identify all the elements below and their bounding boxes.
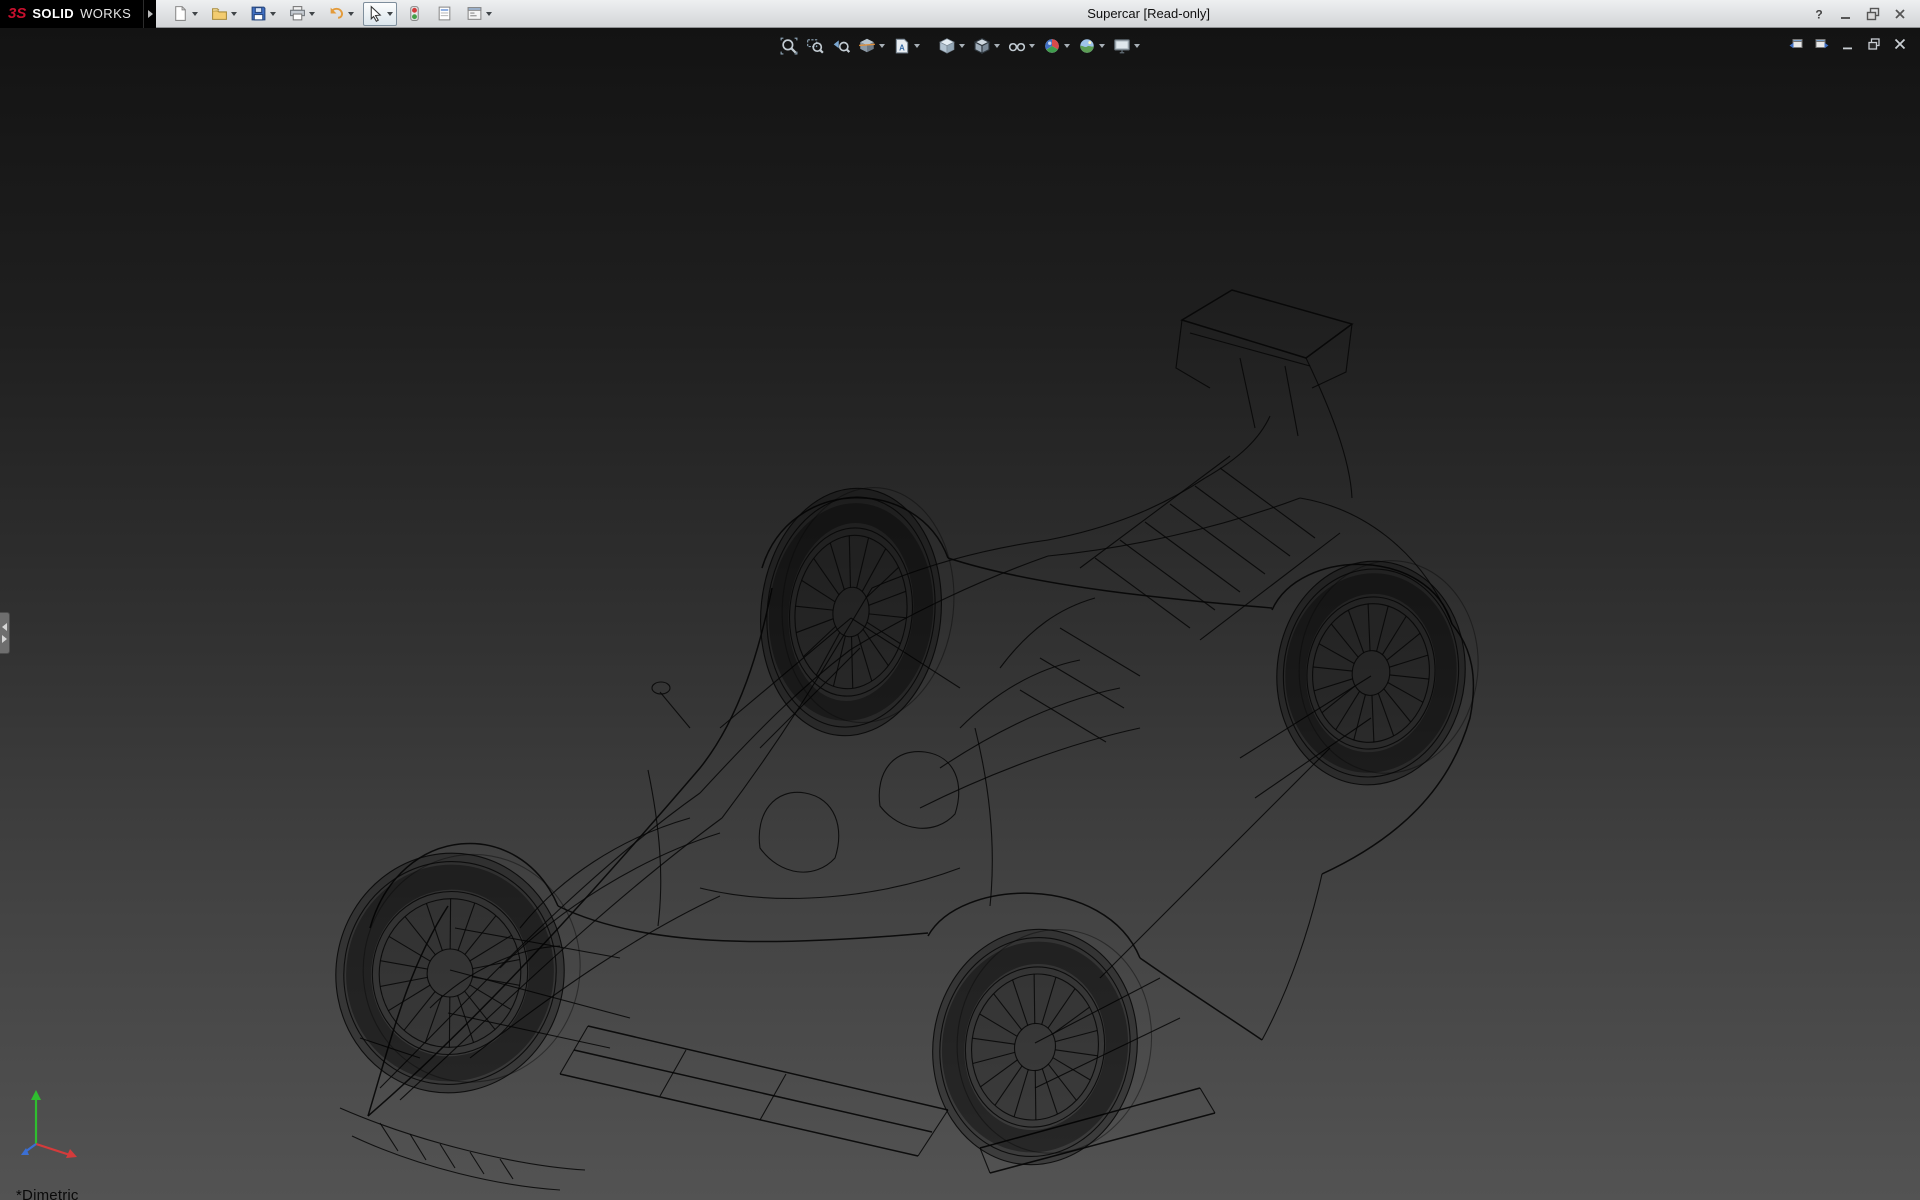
annotation-views-icon: A <box>893 37 911 55</box>
window-controls: ? <box>1809 4 1910 24</box>
save-button[interactable] <box>246 2 280 26</box>
dropdown-arrow-icon[interactable] <box>387 12 393 16</box>
eyeglasses-icon <box>1008 37 1026 55</box>
app-titlebar: 3S SOLID WORKS Supercar [Read-only] ? <box>0 0 1920 28</box>
print-icon <box>289 5 306 22</box>
dropdown-arrow-icon[interactable] <box>309 12 315 16</box>
help-button[interactable]: ? <box>1809 4 1829 24</box>
headsup-view-toolbar: A <box>777 33 1143 59</box>
options-icon <box>466 5 483 22</box>
minimize-icon <box>1838 6 1854 22</box>
rebuild-icon <box>406 5 423 22</box>
annotation-views-button[interactable]: A <box>890 33 923 59</box>
restore-window-button[interactable] <box>1863 4 1883 24</box>
undo-button[interactable] <box>324 2 358 26</box>
display-style-button[interactable] <box>970 33 1003 59</box>
window-previous-icon <box>1788 36 1804 52</box>
logo-text-solid: SOLID <box>32 6 74 21</box>
rebuild-button[interactable] <box>402 2 427 26</box>
dropdown-arrow-icon[interactable] <box>1029 44 1035 48</box>
appearance-ball-icon <box>1043 37 1061 55</box>
svg-text:A: A <box>899 44 905 53</box>
graphics-area[interactable]: A *Dimetric <box>0 28 1920 1200</box>
view-settings-button[interactable] <box>1110 33 1143 59</box>
dropdown-arrow-icon[interactable] <box>1064 44 1070 48</box>
minimize-window-button[interactable] <box>1836 4 1856 24</box>
display-style-icon <box>973 37 991 55</box>
section-view-icon <box>858 37 876 55</box>
orientation-triad <box>20 1086 84 1164</box>
svg-text:?: ? <box>1815 7 1822 21</box>
document-title: Supercar [Read-only] <box>496 6 1801 21</box>
zoom-to-fit-button[interactable] <box>777 33 801 59</box>
view-orientation-button[interactable] <box>935 33 968 59</box>
dropdown-arrow-icon[interactable] <box>959 44 965 48</box>
previous-view-icon <box>832 37 850 55</box>
section-view-button[interactable] <box>855 33 888 59</box>
undo-icon <box>328 5 345 22</box>
close-icon <box>1892 36 1908 52</box>
print-button[interactable] <box>285 2 319 26</box>
dropdown-arrow-icon[interactable] <box>914 44 920 48</box>
collapse-arrow-icon <box>2 623 7 631</box>
close-document-button[interactable] <box>1890 34 1910 54</box>
view-settings-icon <box>1113 37 1131 55</box>
restore-icon <box>1865 6 1881 22</box>
dropdown-arrow-icon[interactable] <box>1099 44 1105 48</box>
dassault-3ds-logo-icon: 3S <box>8 5 26 22</box>
next-window-button[interactable] <box>1812 34 1832 54</box>
standard-toolbar <box>168 2 496 26</box>
zoom-to-area-button[interactable] <box>803 33 827 59</box>
logo-text-works: WORKS <box>80 6 131 21</box>
car-wheels <box>317 477 1489 1180</box>
wheel-front-left <box>317 833 598 1114</box>
wheel-front-right <box>749 477 966 746</box>
document-window-controls <box>1786 34 1910 54</box>
view-orientation-label: *Dimetric <box>16 1187 79 1200</box>
wheel-rear-right <box>1266 550 1489 796</box>
dropdown-arrow-icon[interactable] <box>192 12 198 16</box>
dropdown-arrow-icon[interactable] <box>1134 44 1140 48</box>
dropdown-arrow-icon[interactable] <box>994 44 1000 48</box>
hide-show-items-button[interactable] <box>1005 33 1038 59</box>
expand-arrow-icon <box>2 635 7 643</box>
previous-view-button[interactable] <box>829 33 853 59</box>
dropdown-arrow-icon[interactable] <box>231 12 237 16</box>
edit-appearance-button[interactable] <box>1040 33 1073 59</box>
open-button[interactable] <box>207 2 241 26</box>
close-icon <box>1892 6 1908 22</box>
minimize-document-button[interactable] <box>1838 34 1858 54</box>
file-properties-button[interactable] <box>432 2 457 26</box>
zoom-to-fit-icon <box>780 37 798 55</box>
file-properties-icon <box>436 5 453 22</box>
save-icon <box>250 5 267 22</box>
restore-icon <box>1866 36 1882 52</box>
dropdown-arrow-icon[interactable] <box>879 44 885 48</box>
scene-globe-icon <box>1078 37 1096 55</box>
apply-scene-button[interactable] <box>1075 33 1108 59</box>
dropdown-arrow-icon[interactable] <box>270 12 276 16</box>
dropdown-arrow-icon[interactable] <box>486 12 492 16</box>
zoom-to-area-icon <box>806 37 824 55</box>
dropdown-arrow-icon[interactable] <box>348 12 354 16</box>
supercar-wireframe-model[interactable] <box>0 28 1920 1200</box>
featuremanager-splitter-tab[interactable] <box>0 612 10 654</box>
view-cube-icon <box>938 37 956 55</box>
minimize-icon <box>1840 36 1856 52</box>
select-cursor-icon <box>367 5 384 22</box>
wheel-rear-left <box>918 914 1166 1180</box>
open-folder-icon <box>211 5 228 22</box>
menu-expand-arrow-icon[interactable] <box>143 0 156 28</box>
options-button[interactable] <box>462 2 496 26</box>
select-tool-button[interactable] <box>363 2 397 26</box>
restore-document-button[interactable] <box>1864 34 1884 54</box>
previous-window-button[interactable] <box>1786 34 1806 54</box>
close-window-button[interactable] <box>1890 4 1910 24</box>
window-next-icon <box>1814 36 1830 52</box>
new-document-icon <box>172 5 189 22</box>
help-icon: ? <box>1811 6 1827 22</box>
new-document-button[interactable] <box>168 2 202 26</box>
solidworks-logo: 3S SOLID WORKS <box>0 0 143 28</box>
